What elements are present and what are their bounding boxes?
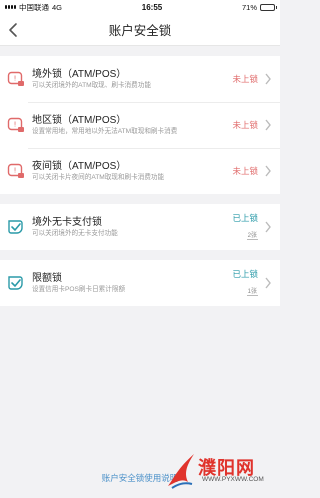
lock-desc: 可以关闭境外的无卡支付功能: [32, 229, 118, 237]
lock-status: 未上锁: [232, 120, 258, 130]
lock-status: 未上锁: [232, 166, 258, 176]
chevron-right-icon: [265, 165, 271, 177]
card-count: 2张: [246, 230, 258, 240]
nav-bar: 账户安全锁: [0, 14, 280, 46]
chevron-right-icon: [265, 221, 271, 233]
chevron-right-icon: [265, 277, 271, 289]
carrier-label: 中国联通: [19, 2, 49, 12]
battery-icon: [260, 3, 277, 11]
lock-warning-icon: !: [7, 163, 24, 178]
shield-check-icon: [8, 276, 23, 290]
lock-warning-icon: !: [7, 117, 24, 132]
lock-status: 已上锁: [232, 213, 258, 223]
shield-check-icon: [8, 220, 23, 234]
lock-group-limit: 限额锁 设置信用卡POS刷卡日累计限额 已上锁 1张: [0, 260, 280, 306]
clock: 16:55: [141, 2, 163, 12]
lock-item-overseas[interactable]: ! 境外锁（ATM/POS） 可以关闭境外的ATM取现、刷卡消费功能 未上锁: [0, 56, 280, 102]
network-label: 4G: [52, 2, 63, 12]
card-count: 1张: [246, 286, 258, 296]
flame-logo-icon: [168, 454, 194, 489]
lock-name: 限额锁: [32, 272, 62, 284]
lock-name: 境外锁（ATM/POS）: [32, 68, 127, 80]
lock-desc: 可以关闭境外的ATM取现、刷卡消费功能: [32, 81, 151, 89]
chevron-right-icon: [265, 73, 271, 85]
lock-name: 地区锁（ATM/POS）: [32, 114, 127, 126]
lock-name: 夜间锁（ATM/POS）: [32, 160, 127, 172]
lock-item-limit[interactable]: 限额锁 设置信用卡POS刷卡日累计限额 已上锁 1张: [0, 260, 280, 306]
status-bar: 中国联通 4G 16:55 71%: [0, 0, 280, 14]
watermark-url: WWW.PYXWW.COM: [202, 476, 264, 483]
lock-item-night[interactable]: ! 夜间锁（ATM/POS） 可以关闭卡片夜间的ATM取现和刷卡消费功能 未上锁: [0, 148, 280, 194]
lock-item-overseas-cnp[interactable]: 境外无卡支付锁 可以关闭境外的无卡支付功能 已上锁 2张: [0, 204, 280, 250]
lock-status: 已上锁: [232, 269, 258, 279]
lock-name: 境外无卡支付锁: [32, 216, 102, 228]
lock-item-region[interactable]: ! 地区锁（ATM/POS） 设置常用地，常用地以外无法ATM取现和刷卡消费 未…: [0, 102, 280, 148]
chevron-right-icon: [265, 119, 271, 131]
svg-text:!: !: [14, 75, 17, 83]
site-watermark: 濮阳网 WWW.PYXWW.COM: [164, 448, 272, 492]
battery-percent: 71%: [241, 2, 257, 12]
lock-warning-icon: !: [7, 71, 24, 86]
svg-text:!: !: [14, 121, 17, 129]
back-arrow-icon[interactable]: [6, 22, 20, 38]
lock-group-cnp: 境外无卡支付锁 可以关闭境外的无卡支付功能 已上锁 2张: [0, 204, 280, 250]
lock-desc: 设置信用卡POS刷卡日累计限额: [32, 285, 126, 293]
signal-icon: [5, 5, 16, 9]
lock-desc: 设置常用地，常用地以外无法ATM取现和刷卡消费: [32, 127, 178, 135]
svg-text:!: !: [14, 167, 17, 175]
lock-group-atm-pos: ! 境外锁（ATM/POS） 可以关闭境外的ATM取现、刷卡消费功能 未上锁 !…: [0, 56, 280, 194]
lock-desc: 可以关闭卡片夜间的ATM取现和刷卡消费功能: [32, 173, 165, 181]
page-title: 账户安全锁: [108, 24, 172, 38]
lock-status: 未上锁: [232, 74, 258, 84]
